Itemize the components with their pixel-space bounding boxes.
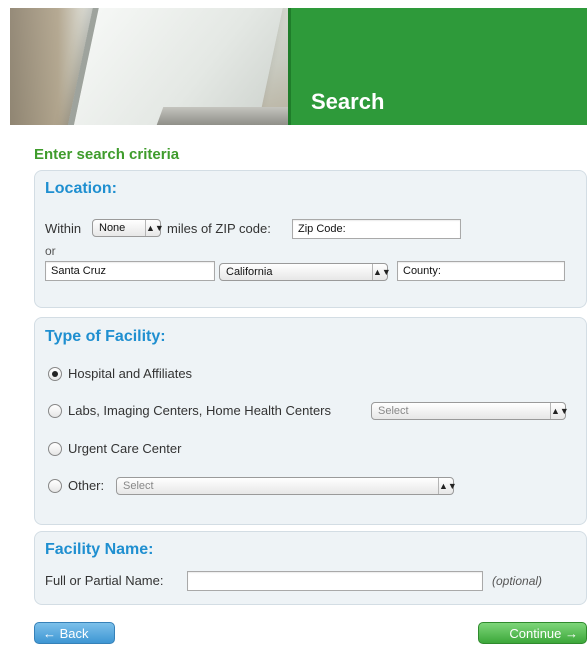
county-input[interactable]: County: — [397, 261, 565, 281]
continue-button[interactable]: Continue → — [478, 622, 587, 644]
laptop-photo — [10, 8, 288, 125]
back-button[interactable]: ← Back — [34, 622, 115, 644]
labs-select-value: Select — [378, 405, 409, 417]
select-arrows-icon: ▲▼ — [372, 264, 391, 280]
facility-type-title: Type of Facility: — [45, 328, 166, 345]
facility-name-input[interactable] — [187, 571, 483, 591]
facility-name-label: Full or Partial Name: — [45, 573, 164, 588]
select-arrows-icon: ▲▼ — [550, 403, 569, 419]
header-banner: Search — [10, 8, 587, 125]
location-title: Location: — [45, 180, 117, 197]
select-arrows-icon: ▲▼ — [145, 220, 164, 236]
labs-type-select[interactable]: Select ▲▼ — [371, 402, 569, 420]
banner-title-area: Search — [288, 8, 587, 125]
radio-urgent-care[interactable] — [48, 442, 62, 456]
page-title: Search — [311, 89, 385, 114]
facility-type-panel: Type of Facility: Hospital and Affiliate… — [34, 317, 587, 525]
radio-labs[interactable] — [48, 404, 62, 418]
optional-note: (optional) — [492, 574, 543, 588]
other-type-select[interactable]: Select ▲▼ — [116, 477, 457, 495]
option-label-other: Other: — [68, 478, 105, 493]
miles-label: miles of ZIP code: — [167, 221, 271, 236]
other-select-value: Select — [123, 480, 154, 492]
location-panel: Location: Within None ▲▼ miles of ZIP co… — [34, 170, 587, 308]
radius-select-value: None — [99, 222, 126, 234]
city-input[interactable]: Santa Cruz — [45, 261, 215, 281]
zip-code-input[interactable]: Zip Code: — [292, 219, 461, 239]
within-label: Within — [45, 221, 82, 236]
state-select-value: California — [226, 266, 273, 278]
section-heading: Enter search criteria — [34, 146, 180, 163]
facility-name-title: Facility Name: — [45, 541, 154, 558]
option-label-labs: Labs, Imaging Centers, Home Health Cente… — [68, 403, 332, 418]
option-label-urgent-care: Urgent Care Center — [68, 441, 182, 456]
search-page: Search Enter search criteria Location: W… — [0, 0, 587, 645]
facility-name-panel: Facility Name: Full or Partial Name: (op… — [34, 531, 587, 605]
select-arrows-icon: ▲▼ — [438, 478, 457, 494]
radio-hospital[interactable] — [48, 367, 62, 381]
or-label: or — [45, 244, 56, 258]
option-label-hospital: Hospital and Affiliates — [68, 366, 193, 381]
state-select[interactable]: California ▲▼ — [219, 263, 391, 281]
radio-other[interactable] — [48, 479, 62, 493]
radius-select[interactable]: None ▲▼ — [92, 219, 164, 237]
